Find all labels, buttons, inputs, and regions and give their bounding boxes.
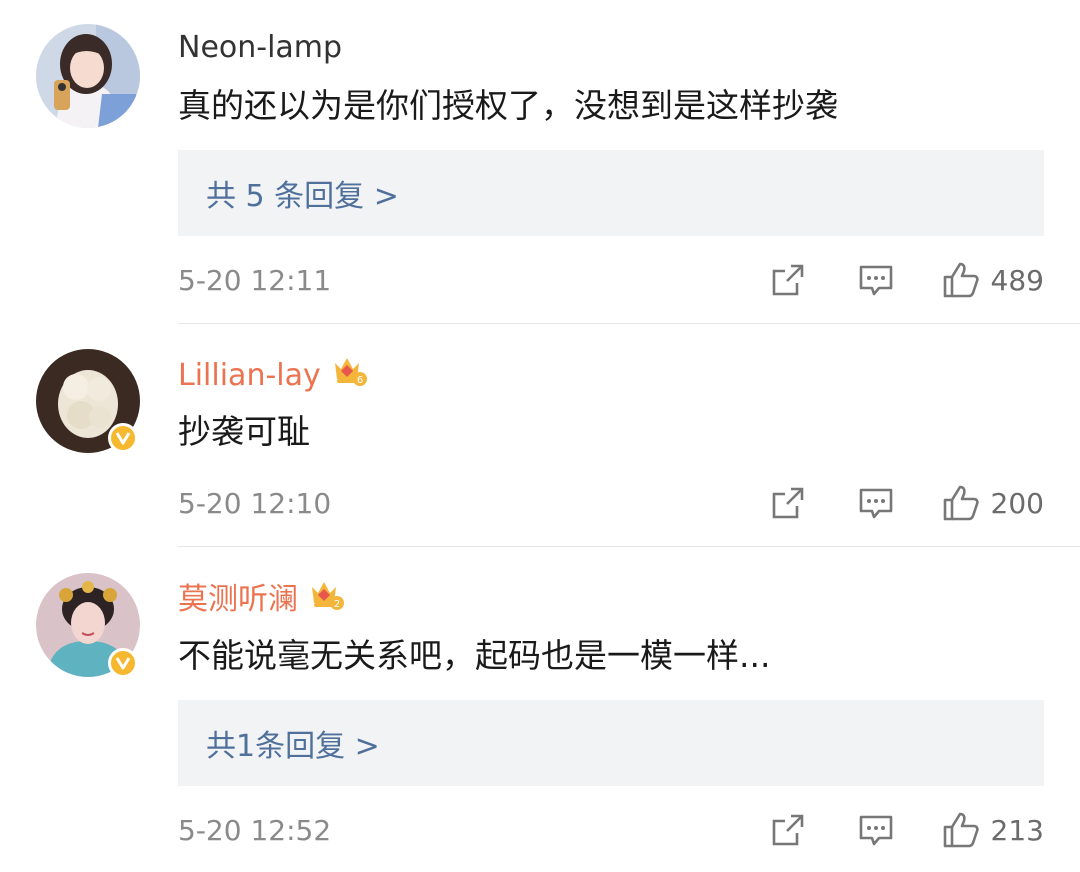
username-text[interactable]: 莫测听澜 [178, 580, 298, 620]
username-text[interactable]: Neon-lamp [178, 28, 342, 68]
comment-actions: 213 [769, 810, 1044, 850]
comment-meta: 5-20 12:11 489 [178, 258, 1044, 302]
share-button[interactable] [769, 484, 807, 522]
view-replies-label[interactable]: 共1条回复 > [206, 721, 380, 765]
like-button[interactable]: 489 [941, 260, 1044, 300]
thumbs-up-icon [943, 485, 979, 521]
vip-crown-icon: 2 [308, 577, 344, 622]
share-button[interactable] [769, 811, 807, 849]
comment-meta: 5-20 12:52 213 [178, 808, 1044, 852]
share-button[interactable] [769, 261, 807, 299]
view-replies-button[interactable]: 共1条回复 > [178, 700, 1044, 786]
thumbs-up-icon [943, 262, 979, 298]
share-icon [772, 264, 803, 296]
share-icon [772, 487, 803, 519]
comment-time: 5-20 12:11 [178, 263, 332, 297]
vip-crown-icon: 6 [331, 353, 367, 398]
like-button[interactable]: 200 [941, 483, 1044, 523]
comment-icon [859, 815, 892, 846]
username-text[interactable]: Lillian-lay [178, 356, 321, 396]
comment-divider [178, 323, 1080, 324]
view-replies-button[interactable]: 共 5 条回复 > [178, 150, 1044, 236]
comment-icon [859, 265, 892, 296]
comment-time: 5-20 12:52 [178, 813, 332, 847]
like-button[interactable]: 213 [941, 810, 1044, 850]
reply-button[interactable] [857, 811, 895, 849]
comment-actions: 200 [769, 483, 1044, 523]
reply-button[interactable] [857, 484, 895, 522]
reply-button[interactable] [857, 261, 895, 299]
svg-text:6: 6 [357, 375, 363, 386]
comment-time: 5-20 12:10 [178, 486, 332, 520]
comment-meta: 5-20 12:10 200 [178, 481, 1044, 525]
comment-text: 不能说毫无关系吧，起码也是一模一样... [178, 636, 771, 675]
view-replies-label[interactable]: 共 5 条回复 > [206, 171, 399, 215]
comment-text: 真的还以为是你们授权了，没想到是这样抄袭 [178, 86, 838, 125]
username[interactable]: 莫测听澜 2 [178, 577, 344, 622]
share-icon [772, 814, 803, 846]
comment-actions: 489 [769, 260, 1044, 300]
verified-v-icon [115, 657, 131, 670]
verified-badge [108, 423, 138, 453]
comment-text: 抄袭可耻 [178, 412, 310, 451]
user-avatar[interactable] [36, 24, 140, 128]
thumbs-up-icon [943, 812, 979, 848]
verified-badge [108, 648, 138, 678]
like-count: 200 [990, 486, 1044, 520]
username[interactable]: Lillian-lay 6 [178, 353, 367, 398]
svg-text:2: 2 [334, 599, 340, 610]
like-count: 213 [990, 813, 1044, 847]
username[interactable]: Neon-lamp [178, 28, 342, 68]
comment-icon [859, 488, 892, 519]
girl-selfie-avatar-icon [36, 24, 140, 128]
like-count: 489 [990, 263, 1044, 297]
comment-divider [178, 546, 1080, 547]
verified-v-icon [115, 432, 131, 445]
